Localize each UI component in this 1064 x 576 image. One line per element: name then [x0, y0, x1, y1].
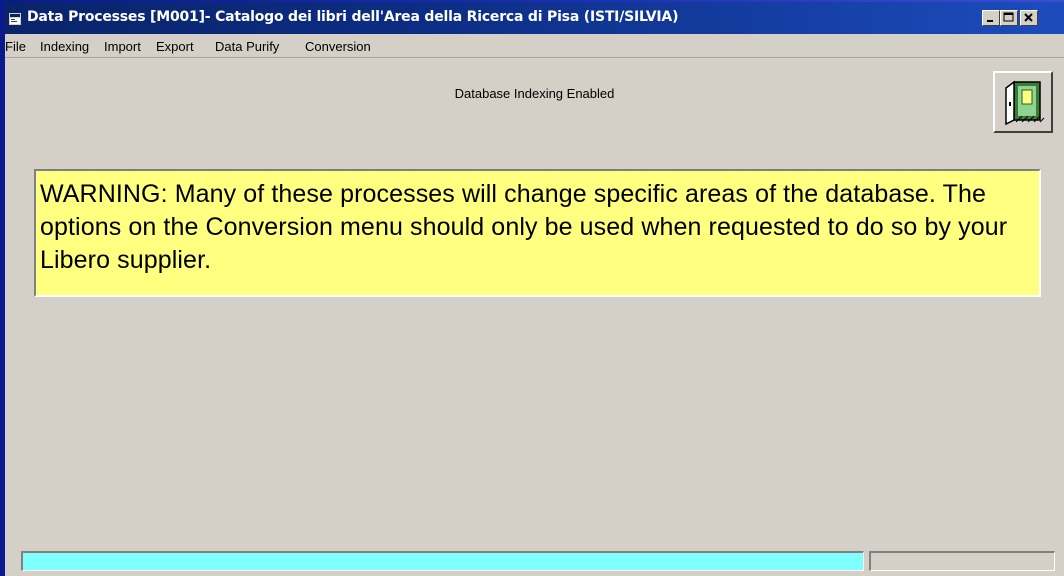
warning-message: WARNING: Many of these processes will ch…: [40, 180, 1008, 274]
menu-import[interactable]: Import: [104, 39, 141, 54]
maximize-icon: [1003, 12, 1014, 22]
indexing-status-label: Database Indexing Enabled: [454, 86, 615, 101]
close-button[interactable]: [1020, 10, 1038, 26]
exit-button[interactable]: [993, 71, 1053, 133]
status-bar: [5, 549, 1064, 576]
menu-file[interactable]: File: [5, 39, 26, 54]
menu-data-purify[interactable]: Data Purify: [215, 39, 279, 54]
close-icon: [1024, 13, 1033, 22]
menu-conversion[interactable]: Conversion: [305, 39, 371, 54]
title-bar[interactable]: Data Processes [M001]- Catalogo dei libr…: [5, 2, 1064, 34]
minimize-icon: [987, 20, 993, 22]
app-window-icon[interactable]: [9, 12, 21, 25]
menu-bar: File Indexing Import Export Data Purify …: [5, 34, 1064, 58]
menu-indexing[interactable]: Indexing: [40, 39, 89, 54]
minimize-button[interactable]: [982, 10, 1000, 26]
data-processes-window: Data Processes [M001]- Catalogo dei libr…: [5, 2, 1064, 576]
warning-box: WARNING: Many of these processes will ch…: [34, 169, 1041, 297]
progress-field: [21, 551, 864, 571]
main-content: Database Indexing Enabled WARNING: Many …: [5, 59, 1064, 549]
status-panel: [869, 551, 1055, 571]
maximize-button[interactable]: [1000, 10, 1018, 26]
window-title: Data Processes [M001]- Catalogo dei libr…: [27, 9, 679, 25]
menu-export[interactable]: Export: [156, 39, 194, 54]
exit-door-icon: [1000, 78, 1048, 126]
